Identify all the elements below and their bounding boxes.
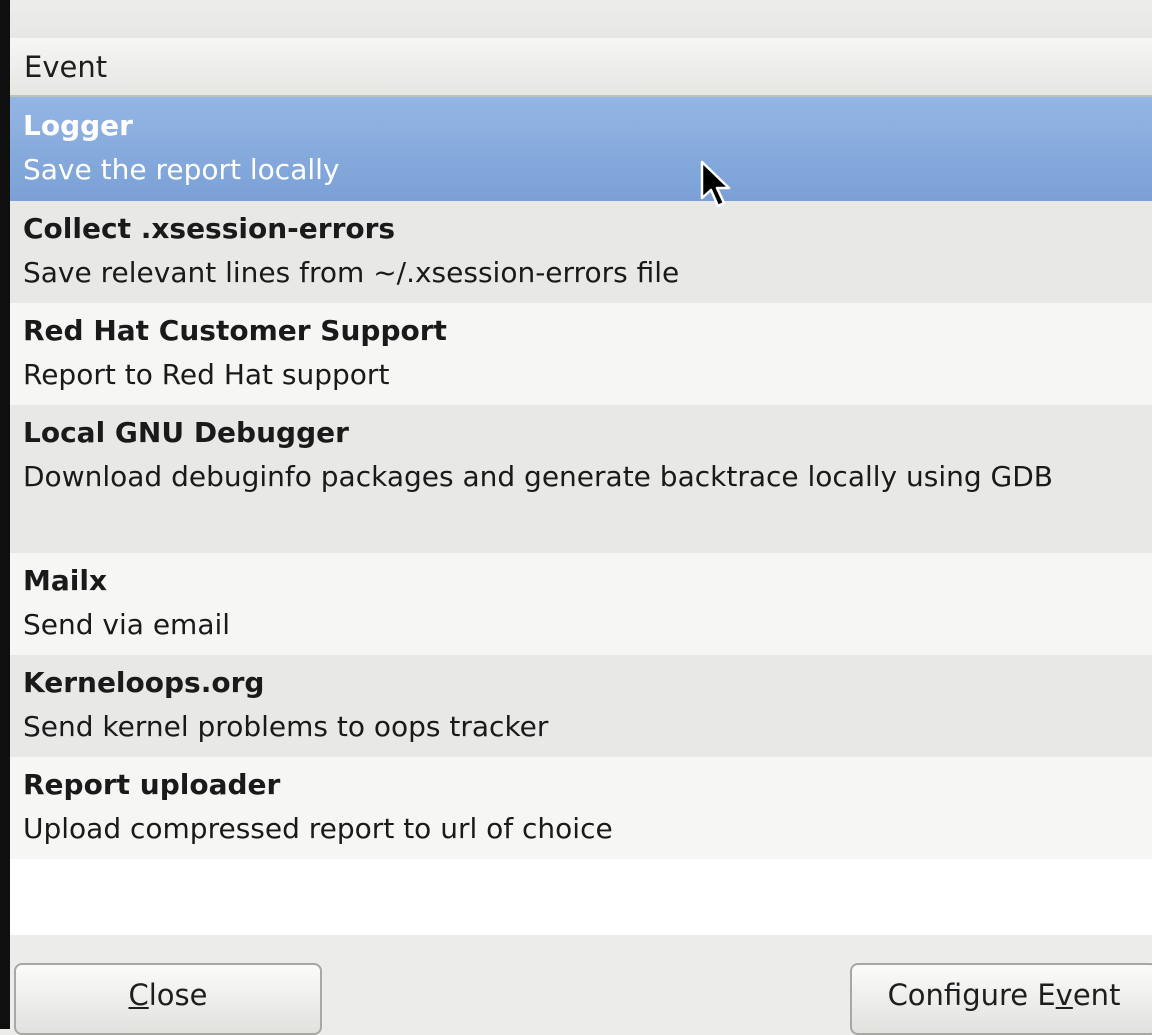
configure-label-end: ent — [1072, 978, 1121, 1012]
event-description: Upload compressed report to url of choic… — [23, 812, 613, 845]
button-bar: Close Configure Event — [10, 935, 1152, 1035]
event-title: Report uploader — [23, 768, 281, 801]
event-row-collect-xsession-errors[interactable]: Collect .xsession-errors Save relevant l… — [10, 201, 1152, 303]
event-description: Report to Red Hat support — [23, 358, 390, 391]
event-description: Send via email — [23, 608, 231, 641]
event-list[interactable]: Event Logger Save the report locally Col… — [10, 38, 1152, 935]
event-title: Collect .xsession-errors — [23, 212, 396, 245]
event-title: Kerneloops.org — [23, 666, 265, 699]
event-description: Save relevant lines from ~/.xsession-err… — [23, 256, 680, 289]
event-title: Local GNU Debugger — [23, 416, 349, 449]
close-button[interactable]: Close — [14, 963, 322, 1035]
event-title: Logger — [23, 109, 133, 142]
close-mnemonic: C — [128, 978, 149, 1012]
top-spacer — [10, 0, 1152, 38]
event-row-kerneloops-org[interactable]: Kerneloops.org Send kernel problems to o… — [10, 655, 1152, 757]
event-row-mailx[interactable]: Mailx Send via email — [10, 553, 1152, 655]
event-row-local-gnu-debugger[interactable]: Local GNU Debugger Download debuginfo pa… — [10, 405, 1152, 553]
event-description: Download debuginfo packages and generate… — [23, 460, 1054, 493]
close-label-rest: lose — [148, 978, 208, 1012]
configure-event-button[interactable]: Configure Event — [850, 963, 1152, 1035]
column-header-event[interactable]: Event — [10, 38, 1152, 97]
event-title: Mailx — [23, 564, 108, 597]
mouse-pointer-icon — [700, 160, 731, 208]
configure-label-start: Configure E — [887, 978, 1056, 1012]
event-row-red-hat-customer-support[interactable]: Red Hat Customer Support Report to Red H… — [10, 303, 1152, 405]
event-selector-window: Event Logger Save the report locally Col… — [0, 0, 1152, 1035]
window-frame-edge — [0, 0, 10, 1029]
event-description: Send kernel problems to oops tracker — [23, 710, 549, 743]
event-description: Save the report locally — [23, 153, 340, 186]
event-row-logger[interactable]: Logger Save the report locally — [10, 97, 1152, 201]
column-header-label: Event — [24, 50, 108, 84]
configure-mnemonic: v — [1055, 978, 1073, 1012]
event-row-report-uploader[interactable]: Report uploader Upload compressed report… — [10, 757, 1152, 859]
event-title: Red Hat Customer Support — [23, 314, 447, 347]
